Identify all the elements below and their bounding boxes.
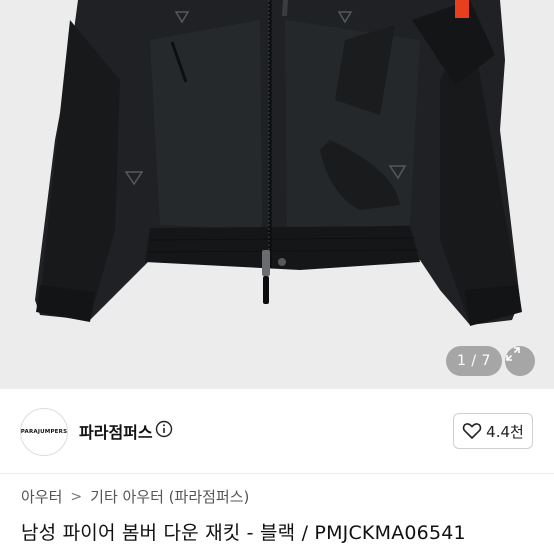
expand-button[interactable] [505,346,535,376]
seller-avatar-logo: PARAJUMPERS [20,429,68,435]
heart-icon [462,423,482,439]
breadcrumb-item-other-outer[interactable]: 기타 아우터 (파라점퍼스) [90,486,249,507]
seller-section: PARAJUMPERS 파라점퍼스 4.4천 [0,389,554,474]
page-indicator: 1 / 7 [446,346,502,376]
breadcrumb-item-outer[interactable]: 아우터 [21,486,62,507]
seller-name[interactable]: 파라점퍼스 [79,419,153,443]
expand-icon [506,347,520,361]
info-icon[interactable] [155,420,173,438]
product-image [0,0,554,389]
seller-rating-button[interactable]: 4.4천 [453,413,533,449]
product-title: 남성 파이어 봄버 다운 재킷 - 블랙 / PMJCKMA06541 [21,522,466,544]
product-image-gallery[interactable]: 1 / 7 [0,0,554,389]
breadcrumb: 아우터 > 기타 아우터 (파라점퍼스) [21,486,249,507]
rating-count: 4.4천 [486,422,524,441]
seller-avatar[interactable]: PARAJUMPERS [20,408,68,456]
breadcrumb-separator: > [70,488,83,505]
